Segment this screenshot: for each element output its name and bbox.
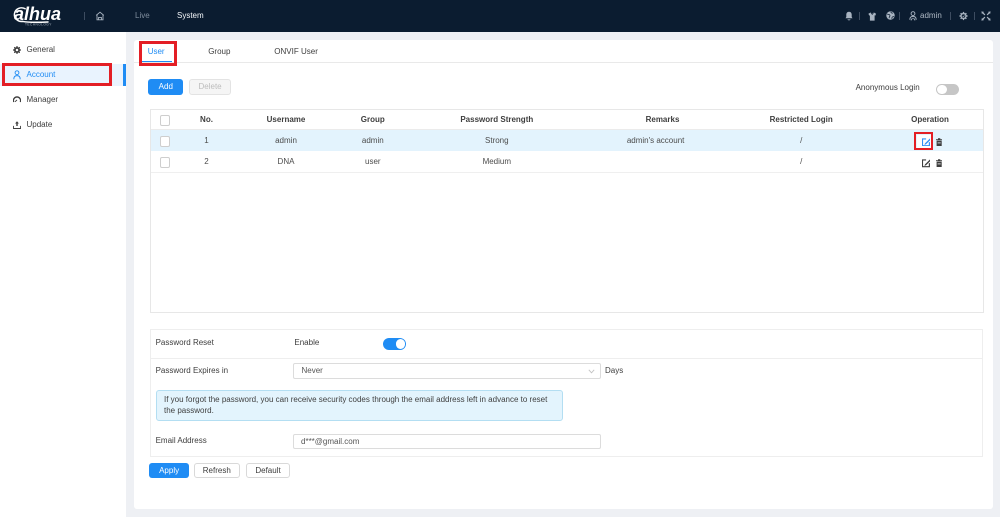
svg-text:TECHNOLOGY: TECHNOLOGY bbox=[25, 23, 52, 27]
